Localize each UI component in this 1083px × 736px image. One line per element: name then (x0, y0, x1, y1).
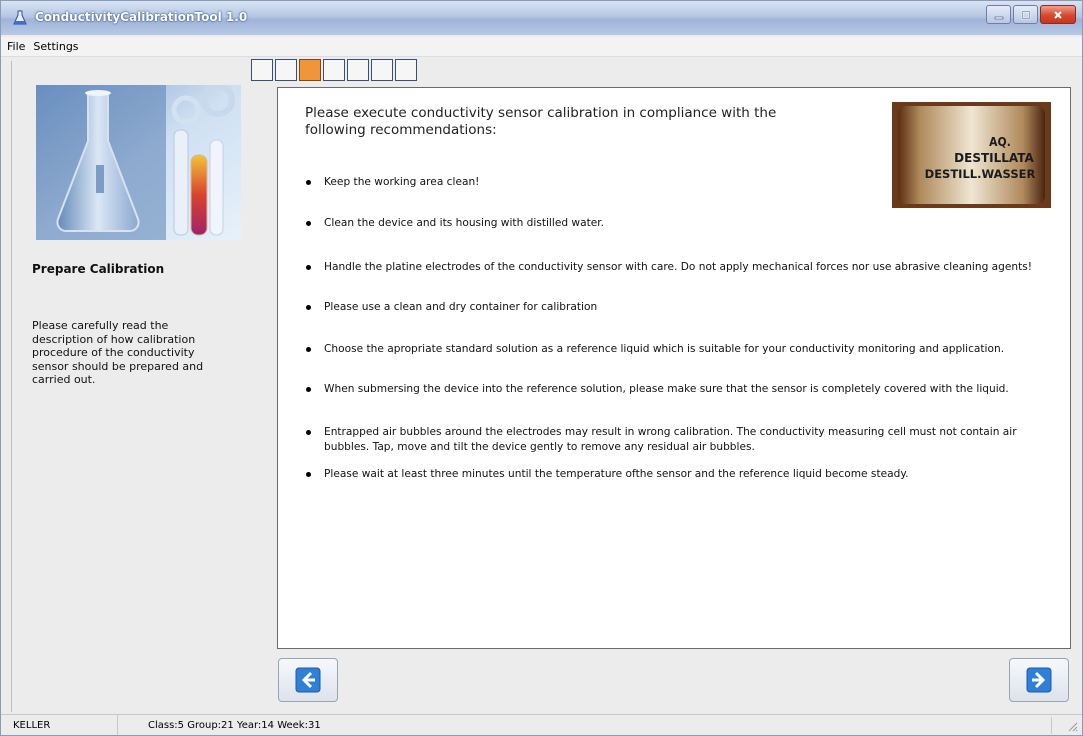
status-separator (1051, 717, 1052, 734)
step-box (323, 59, 345, 81)
minimize-icon[interactable] (986, 5, 1011, 24)
list-item: Handle the platine electrodes of the con… (304, 260, 1054, 275)
menu-settings[interactable]: Settings (33, 40, 78, 53)
list-item: Clean the device and its housing with di… (304, 216, 1054, 231)
list-item: Keep the working area clean! (304, 175, 1054, 190)
step-description: Please carefully read the description of… (32, 319, 204, 386)
list-item: When submersing the device into the refe… (304, 382, 1054, 397)
step-box (395, 59, 417, 81)
status-bar: KELLER Class:5 Group:21 Year:14 Week:31 (1, 714, 1082, 735)
menu-bar: File Settings (1, 37, 1082, 57)
step-box (251, 59, 273, 81)
instructions-panel: Please execute conductivity sensor calib… (277, 87, 1071, 649)
list-item: Please use a clean and dry container for… (304, 300, 1054, 315)
close-icon[interactable] (1040, 5, 1076, 24)
photo-label-line-2: DESTILLATA (954, 151, 1034, 165)
left-panel: Prepare Calibration Please carefully rea… (11, 61, 251, 712)
maximize-icon[interactable] (1013, 5, 1038, 24)
app-window: ConductivityCalibrationTool 1.0 File Set… (0, 0, 1083, 736)
step-indicator (251, 59, 417, 81)
step-box-active (299, 59, 321, 81)
arrow-right-icon (1026, 667, 1052, 693)
resize-grip-icon[interactable] (1066, 720, 1078, 732)
flask-icon (13, 10, 27, 25)
distilled-water-bottle-image: AQ. DESTILLATA DESTILL.WASSER (892, 102, 1051, 208)
next-button[interactable] (1009, 658, 1069, 702)
list-item: Please wait at least three minutes until… (304, 467, 1054, 482)
back-button[interactable] (278, 658, 338, 702)
title-bar[interactable]: ConductivityCalibrationTool 1.0 (1, 1, 1082, 35)
status-info: Class:5 Group:21 Year:14 Week:31 (148, 719, 321, 731)
step-heading: Prepare Calibration (32, 262, 165, 276)
list-item: Choose the apropriate standard solution … (304, 342, 1054, 357)
step-box (347, 59, 369, 81)
photo-label-line-1: AQ. (989, 135, 1011, 149)
window-title: ConductivityCalibrationTool 1.0 (35, 10, 248, 24)
menu-file[interactable]: File (7, 40, 25, 53)
status-company: KELLER (1, 715, 118, 735)
list-item: Entrapped air bubbles around the electro… (304, 425, 1054, 455)
lab-glassware-image (36, 85, 241, 240)
window-controls (986, 5, 1076, 24)
arrow-left-icon (295, 667, 321, 693)
step-box (275, 59, 297, 81)
step-box (371, 59, 393, 81)
instructions-intro: Please execute conductivity sensor calib… (305, 105, 777, 138)
